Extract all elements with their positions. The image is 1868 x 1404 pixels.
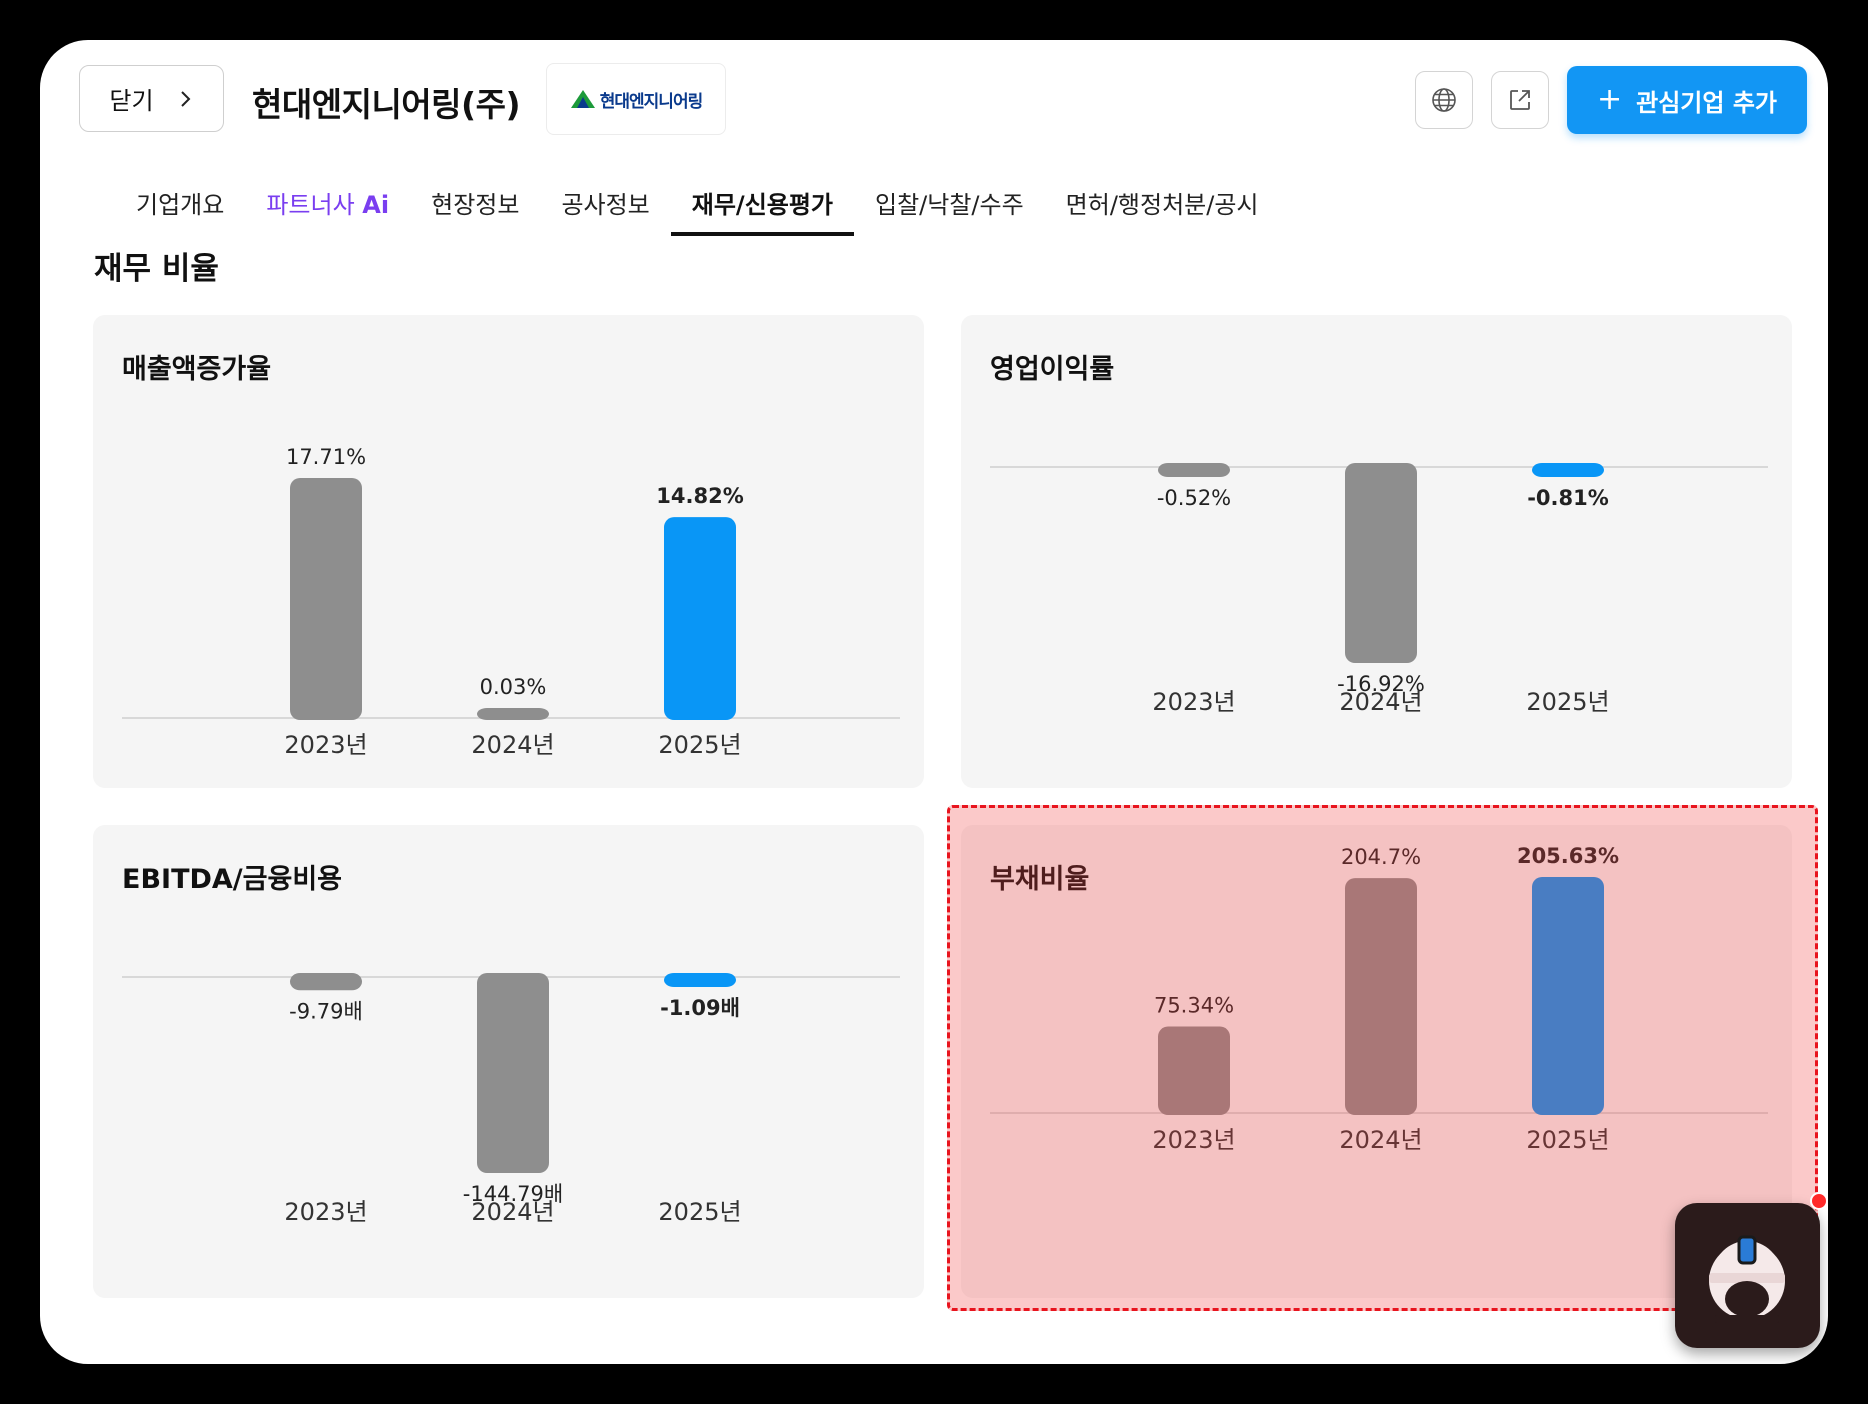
chart-bar bbox=[1158, 1026, 1230, 1115]
chart-bar bbox=[1345, 878, 1417, 1115]
chart-data-label: 204.7% bbox=[1341, 845, 1421, 869]
chart-bar bbox=[1158, 463, 1230, 477]
chart-data-label: -1.09배 bbox=[660, 996, 740, 1020]
logo-triangle-icon bbox=[570, 90, 595, 108]
tab-bidding[interactable]: 입찰/낙찰/수주 bbox=[854, 180, 1045, 236]
tab-partner-ai[interactable]: 파트너사 Ai bbox=[245, 180, 410, 236]
chart-bar bbox=[290, 973, 362, 991]
chart-data-label: 205.63% bbox=[1517, 844, 1619, 868]
chart-category-label: 2025년 bbox=[1526, 1126, 1609, 1154]
chart-category-label: 2023년 bbox=[284, 1198, 367, 1226]
chart-data-label: -9.79배 bbox=[289, 999, 363, 1023]
chart-category-label: 2023년 bbox=[284, 731, 367, 759]
close-button[interactable]: 닫기 bbox=[79, 65, 224, 132]
company-logo: 현대엔지니어링 bbox=[546, 63, 726, 135]
external-link-button[interactable] bbox=[1491, 71, 1549, 129]
tab-construction-info[interactable]: 공사정보 bbox=[540, 180, 670, 236]
external-link-icon bbox=[1510, 90, 1530, 110]
chart-card-operating-margin: 영업이익률 -0.52% 2023년 -16.92% 2024년 -0.81% 2025년 bbox=[961, 315, 1792, 788]
tab-bar: 기업개요 파트너사 Ai 현장정보 공사정보 재무/신용평가 입찰/낙찰/수주 … bbox=[115, 180, 1279, 236]
globe-icon bbox=[1432, 88, 1456, 112]
chart-category-label: 2024년 bbox=[1339, 1126, 1422, 1154]
chart-bar bbox=[290, 478, 362, 720]
chart-bar bbox=[664, 973, 736, 987]
construction-helmet-icon bbox=[1709, 1235, 1785, 1323]
chart-card-sales-growth: 매출액증가율 17.71% 2023년 0.03% 2024년 14.82% 2025년 bbox=[93, 315, 924, 788]
section-title: 재무 비율 bbox=[94, 251, 219, 287]
chart-data-label: 14.82% bbox=[656, 484, 743, 508]
chart-bar bbox=[1532, 877, 1604, 1115]
bar-chart-operating-margin: -0.52%2023년-16.92%2024년-0.81%2025년 bbox=[990, 463, 1768, 716]
app-window: 닫기 현대엔지니어링(주) 현대엔지니어링 + 관심기업 추가 기업개요 파트너… bbox=[40, 40, 1828, 1364]
chart-data-label: 75.34% bbox=[1154, 994, 1234, 1018]
tab-finance-credit[interactable]: 재무/신용평가 bbox=[670, 180, 855, 236]
chart-category-label: 2023년 bbox=[1152, 1126, 1235, 1154]
globe-button[interactable] bbox=[1415, 71, 1473, 129]
chart-category-label: 2025년 bbox=[658, 731, 741, 759]
tab-license-disclosure[interactable]: 면허/행정처분/공시 bbox=[1045, 180, 1280, 236]
chart-bar bbox=[477, 973, 549, 1173]
close-button-label: 닫기 bbox=[109, 87, 154, 115]
chart-category-label: 2025년 bbox=[1526, 688, 1609, 716]
chart-data-label: 0.03% bbox=[480, 675, 547, 699]
chart-category-label: 2024년 bbox=[471, 731, 554, 759]
chevron-right-icon bbox=[180, 90, 190, 107]
helper-assistant-button[interactable] bbox=[1675, 1203, 1820, 1348]
tab-site-info[interactable]: 현장정보 bbox=[410, 180, 540, 236]
chart-card-debt-ratio: 부채비율 75.34% 2023년 204.7% 2024년 205.63% 2025년 bbox=[961, 825, 1792, 1298]
company-name: 현대엔지니어링(주) bbox=[252, 85, 521, 124]
bar-chart-sales-growth: 17.71% 2023년 0.03% 2024년 14.82% 2025년 bbox=[122, 445, 900, 759]
plus-icon: + bbox=[1597, 82, 1623, 117]
chart-bar bbox=[1532, 463, 1604, 477]
tab-company-overview[interactable]: 기업개요 bbox=[115, 180, 245, 236]
chart-category-label: 2023년 bbox=[1152, 688, 1235, 716]
logo-text: 현대엔지니어링 bbox=[599, 91, 703, 112]
bar-chart-debt-ratio: 75.34% 2023년 204.7% 2024년 205.63% 2025년 bbox=[990, 844, 1768, 1154]
chart-bar bbox=[477, 708, 549, 720]
chart-data-label: 17.71% bbox=[286, 445, 366, 469]
chart-data-label: -0.81% bbox=[1527, 486, 1609, 510]
chart-data-label: -0.52% bbox=[1157, 486, 1231, 510]
add-button-label: 관심기업 추가 bbox=[1636, 88, 1777, 117]
chart-bar bbox=[664, 517, 736, 720]
chart-card-ebitda-interest: EBITDA/금융비용 -9.79배 2023년 -144.79배 2024년 -1.0… bbox=[93, 825, 924, 1298]
add-favorite-company-button[interactable]: + 관심기업 추가 bbox=[1567, 66, 1807, 134]
bar-chart-ebitda-interest: -9.79배2023년-144.79배2024년-1.09배2025년 bbox=[122, 973, 900, 1226]
chart-category-label: 2024년 bbox=[471, 1198, 554, 1226]
chart-category-label: 2025년 bbox=[658, 1198, 741, 1226]
chart-bar bbox=[1345, 463, 1417, 663]
chart-category-label: 2024년 bbox=[1339, 688, 1422, 716]
notification-dot bbox=[1810, 1192, 1828, 1210]
